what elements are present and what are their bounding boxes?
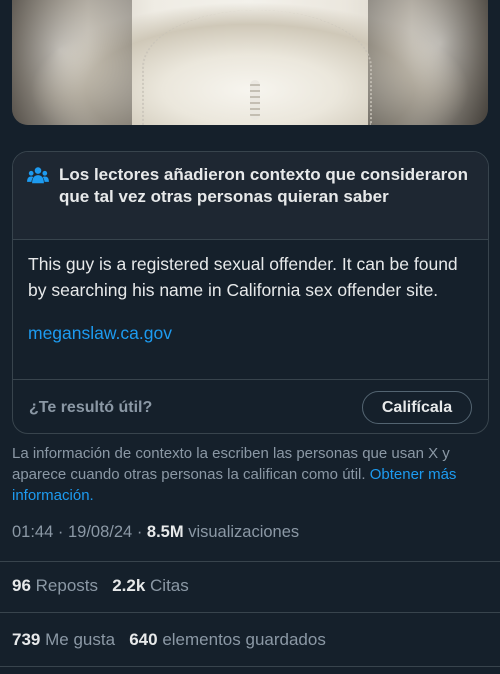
meta-separator: ·	[57, 523, 68, 541]
rate-note-button[interactable]: Califícala	[362, 391, 472, 424]
post-detail: Los lectores añadieron contexto que cons…	[0, 0, 500, 674]
divider	[0, 666, 500, 667]
likes-count: 739	[12, 630, 41, 649]
views-count: 8.5M	[146, 523, 184, 541]
quotes-stat[interactable]: 2.2k Citas	[112, 576, 189, 595]
community-note-text: This guy is a registered sexual offender…	[28, 254, 458, 300]
reposts-stat[interactable]: 96 Reposts	[12, 576, 98, 595]
likes-bookmarks-row: 739 Me gusta 640 elementos guardados	[12, 630, 326, 650]
quotes-count: 2.2k	[112, 576, 146, 595]
likes-stat[interactable]: 739 Me gusta	[12, 630, 115, 649]
divider	[0, 612, 500, 613]
community-note-disclaimer: La información de contexto la escriben l…	[12, 443, 488, 506]
community-note-body: This guy is a registered sexual offender…	[13, 240, 488, 380]
views-label: visualizaciones	[188, 523, 300, 541]
reposts-quotes-row: 96 Reposts 2.2k Citas	[12, 576, 189, 596]
post-image[interactable]	[12, 0, 488, 125]
bookmarks-count: 640	[129, 630, 158, 649]
bookmarks-stat[interactable]: 640 elementos guardados	[129, 630, 326, 649]
community-note-header: Los lectores añadieron contexto que cons…	[13, 152, 488, 240]
people-icon	[27, 167, 49, 184]
reposts-count: 96	[12, 576, 31, 595]
post-date: 19/08/24	[67, 523, 133, 541]
post-meta: 01:44 · 19/08/24 · 8.5M visualizaciones	[12, 523, 299, 542]
image-lace-left	[12, 0, 132, 125]
community-note-card: Los lectores añadieron contexto que cons…	[12, 151, 489, 434]
helpful-question: ¿Te resultó útil?	[29, 398, 153, 416]
reposts-label: Reposts	[35, 576, 99, 595]
likes-label: Me gusta	[45, 630, 116, 649]
bookmarks-label: elementos guardados	[162, 630, 326, 649]
post-time: 01:44	[12, 523, 54, 541]
quotes-label: Citas	[150, 576, 189, 595]
image-dress-beads	[250, 80, 260, 120]
meta-separator: ·	[136, 523, 147, 541]
community-note-rating-bar: ¿Te resultó útil? Califícala	[13, 379, 488, 433]
image-lace-right	[368, 0, 488, 125]
community-note-source-link[interactable]: meganslaw.ca.gov	[28, 323, 172, 344]
community-note-title: Los lectores añadieron contexto que cons…	[59, 165, 469, 206]
divider	[0, 561, 500, 562]
